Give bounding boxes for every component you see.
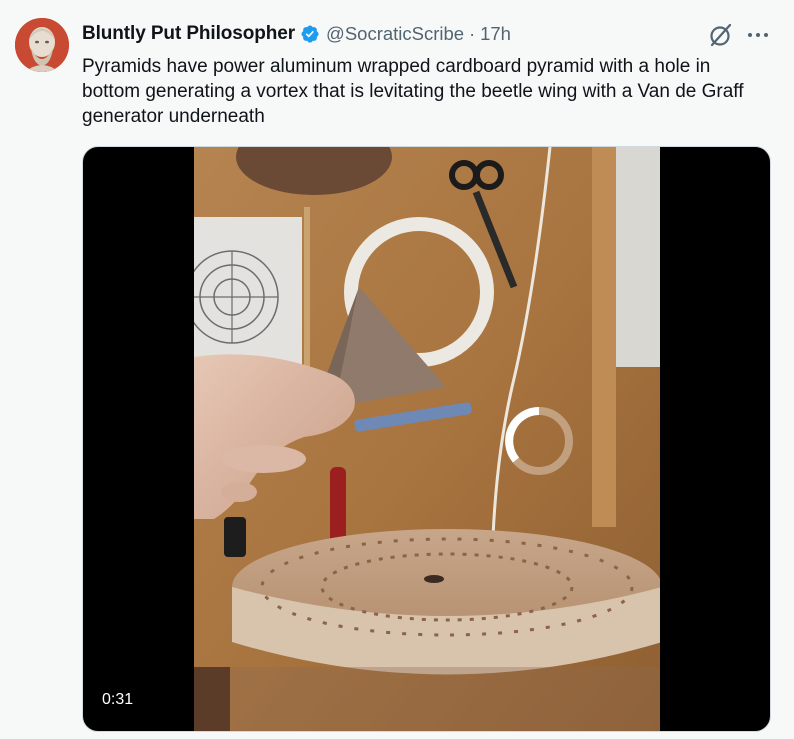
video-frame[interactable] bbox=[194, 147, 660, 731]
post-timestamp[interactable]: 17h bbox=[480, 23, 511, 45]
philosopher-bust-icon bbox=[15, 18, 69, 72]
tweet-header: Bluntly Put Philosopher @SocraticScribe … bbox=[82, 22, 511, 46]
author-handle[interactable]: @SocraticScribe bbox=[326, 23, 464, 45]
video-still-image bbox=[194, 147, 660, 731]
verified-badge-icon[interactable] bbox=[300, 24, 320, 44]
tweet-text: Pyramids have power aluminum wrapped car… bbox=[82, 56, 744, 127]
author-avatar[interactable] bbox=[15, 18, 69, 72]
loading-spinner-icon bbox=[496, 398, 582, 484]
tweet-card[interactable]: Bluntly Put Philosopher @SocraticScribe … bbox=[0, 0, 794, 739]
more-options-icon[interactable] bbox=[746, 26, 770, 44]
author-display-name[interactable]: Bluntly Put Philosopher bbox=[82, 23, 295, 45]
grok-icon[interactable] bbox=[708, 22, 734, 48]
video-duration-badge: 0:31 bbox=[96, 690, 140, 710]
header-separator: · bbox=[469, 23, 476, 44]
video-player[interactable]: 0:31 bbox=[82, 146, 771, 732]
